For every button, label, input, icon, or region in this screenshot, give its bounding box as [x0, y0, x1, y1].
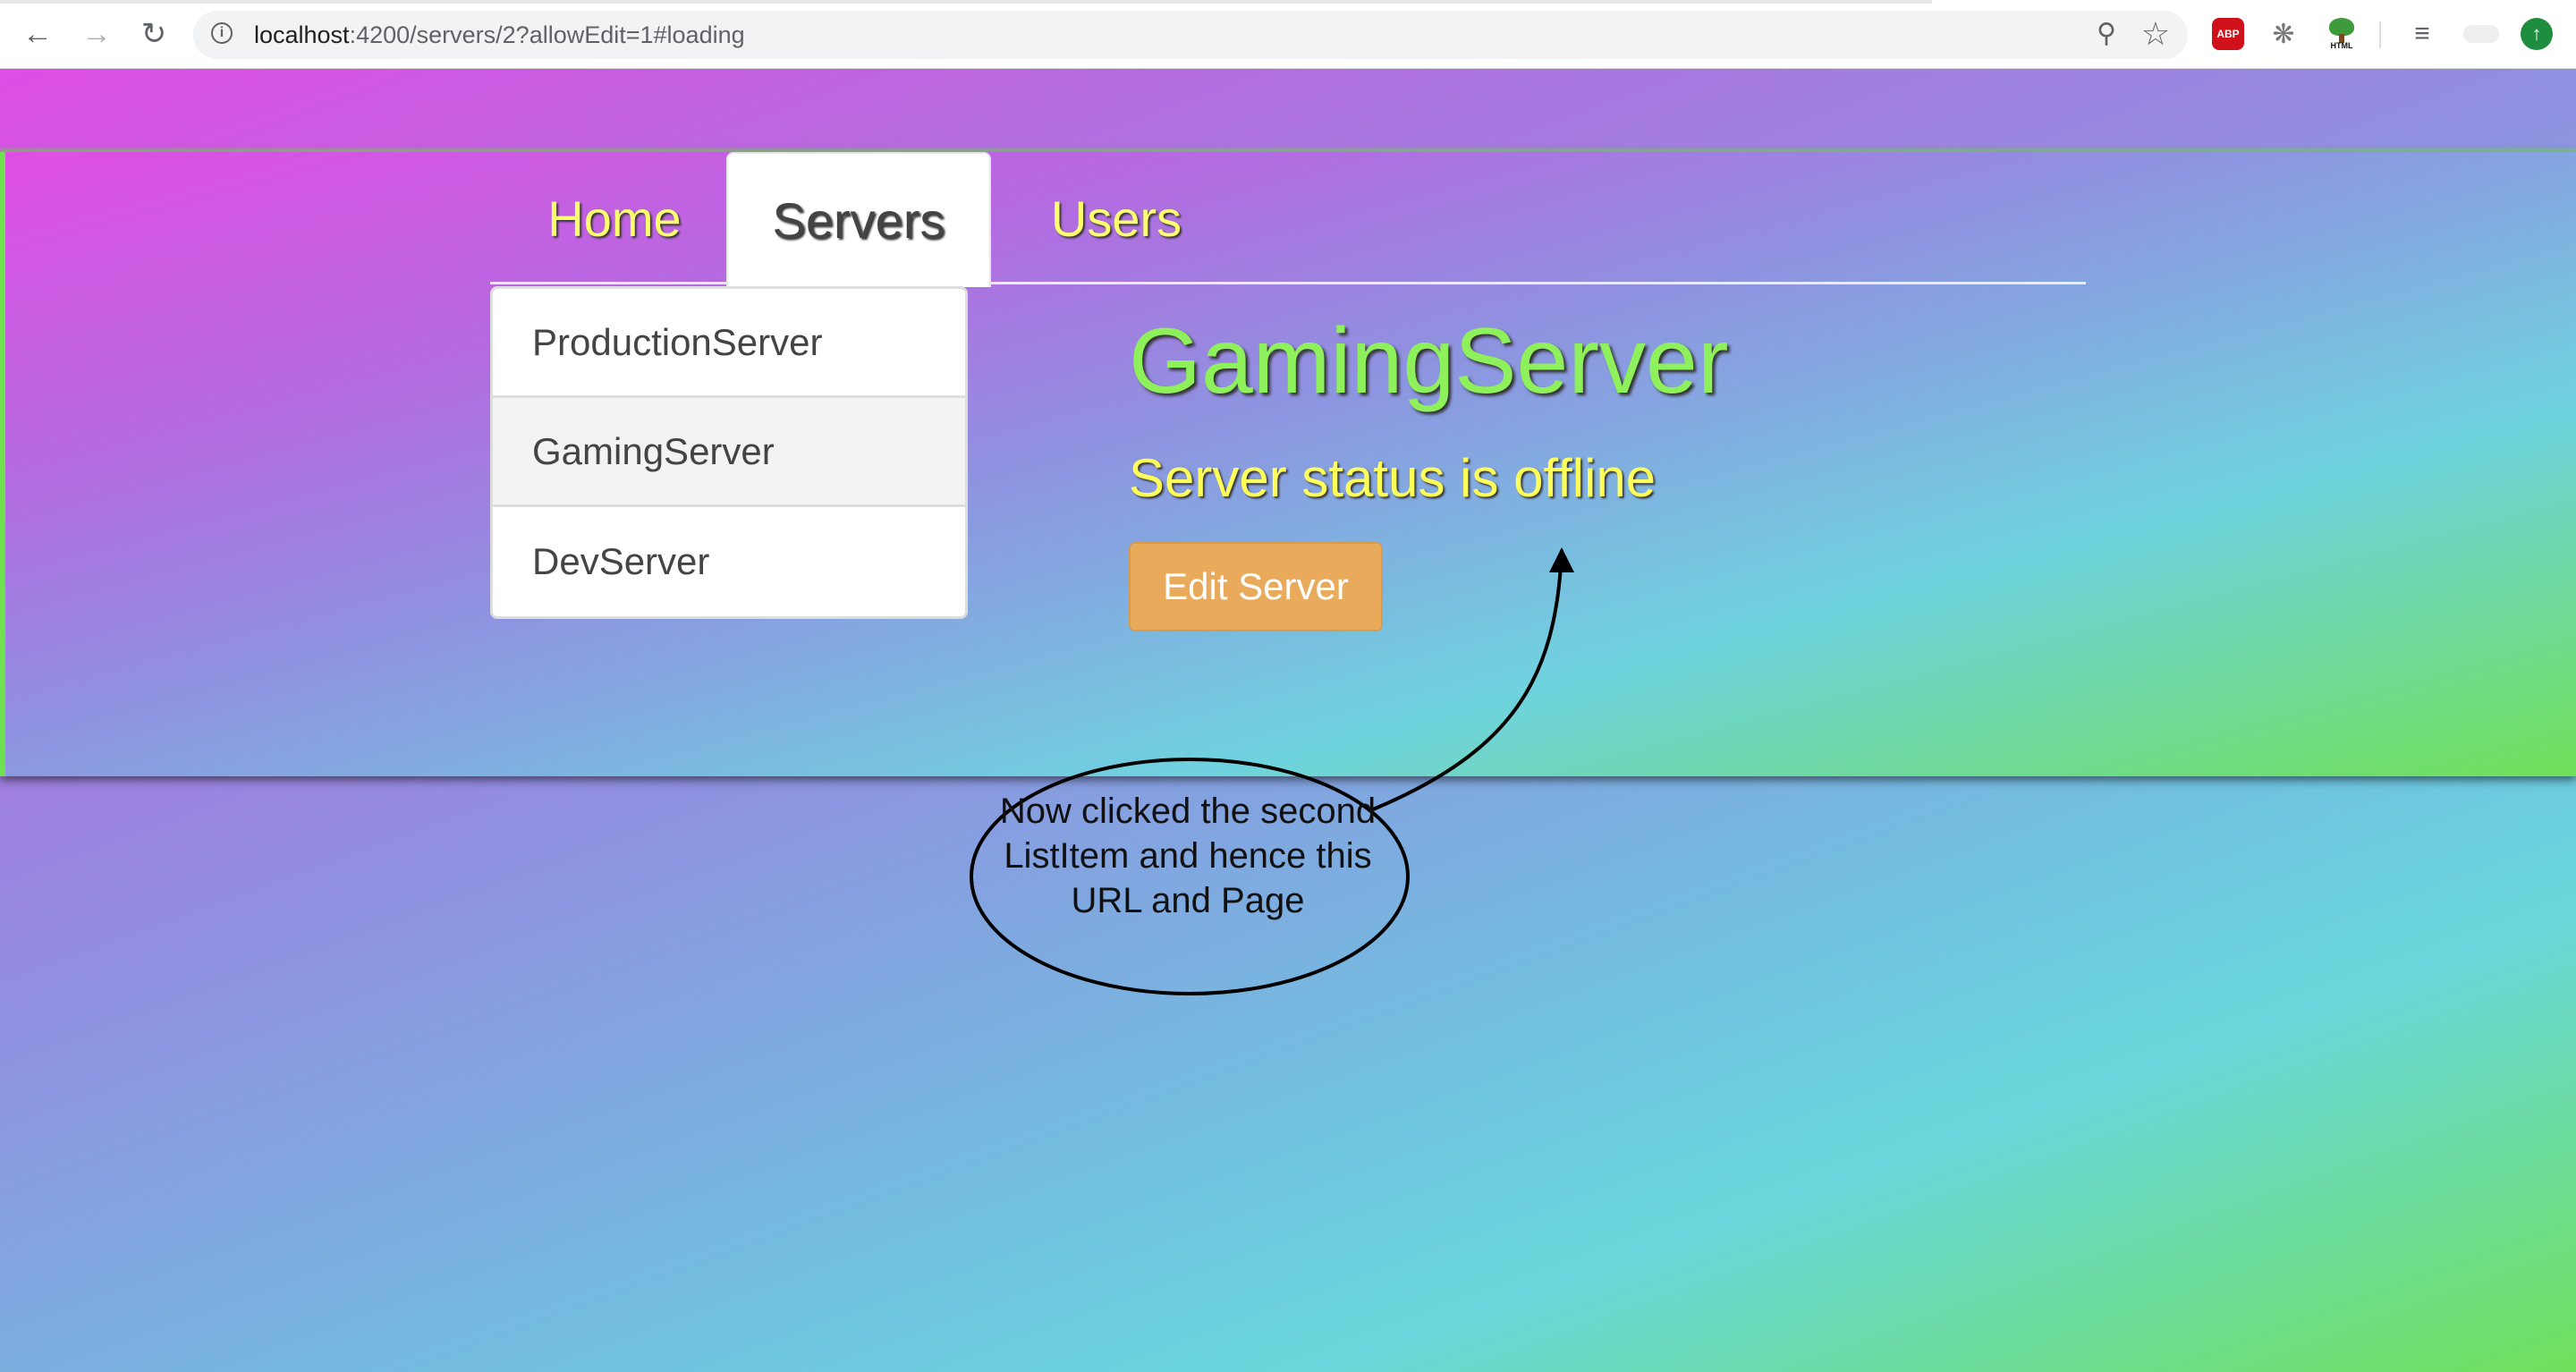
annotation-note: Now clicked the second ListItem and henc…	[999, 792, 1377, 920]
loading-bar	[0, 0, 1932, 4]
queue-icon[interactable]: ≡	[2406, 18, 2438, 50]
abp-label: ABP	[2216, 28, 2240, 40]
bug-extension-icon[interactable]: ❋	[2267, 18, 2300, 50]
zoom-icon[interactable]: ⚲	[2097, 18, 2116, 49]
star-icon[interactable]: ☆	[2141, 15, 2170, 53]
tab-servers[interactable]: Servers	[726, 152, 991, 287]
tab-home[interactable]: Home	[508, 152, 721, 284]
arrow-left-icon: ←	[22, 17, 53, 51]
update-icon[interactable]: ↑	[2521, 18, 2553, 50]
back-button[interactable]: ←	[18, 14, 57, 54]
browser-toolbar: ← → ↻ i localhost:4200/servers/2?allowEd…	[0, 0, 2576, 69]
nav-tabs: Home Servers Users	[490, 152, 2086, 287]
list-item-gaming-server[interactable]: GamingServer	[493, 398, 965, 507]
tab-users[interactable]: Users	[1009, 152, 1224, 284]
url-text[interactable]: localhost:4200/servers/2?allowEdit=1#loa…	[254, 21, 745, 49]
url-path: :4200/servers/2?allowEdit=1#loading	[349, 21, 745, 48]
list-item-dev-server[interactable]: DevServer	[493, 507, 965, 616]
html-tree-extension-icon[interactable]: HTML	[2326, 18, 2358, 50]
list-item-production-server[interactable]: ProductionServer	[493, 289, 965, 398]
url-host: localhost	[254, 21, 350, 48]
adblock-extension-icon[interactable]: ABP	[2212, 18, 2244, 50]
server-title: GamingServer	[1129, 309, 1729, 413]
forward-button[interactable]: →	[77, 14, 116, 54]
arrow-right-icon: →	[81, 17, 112, 51]
server-status: Server status is offline	[1129, 448, 1657, 508]
tree-crown-icon	[2329, 18, 2354, 36]
html-label: HTML	[2330, 41, 2353, 50]
server-list: ProductionServer GamingServer DevServer	[490, 286, 968, 619]
profile-pill	[2463, 25, 2499, 43]
profile-extension-icon[interactable]	[2462, 18, 2501, 50]
info-icon[interactable]: i	[211, 22, 233, 44]
address-bar[interactable]: i localhost:4200/servers/2?allowEdit=1#l…	[193, 11, 2188, 59]
edit-server-button[interactable]: Edit Server	[1129, 542, 1383, 631]
reload-button[interactable]: ↻	[134, 14, 174, 54]
toolbar-divider	[2379, 21, 2381, 48]
reload-icon: ↻	[140, 17, 167, 51]
